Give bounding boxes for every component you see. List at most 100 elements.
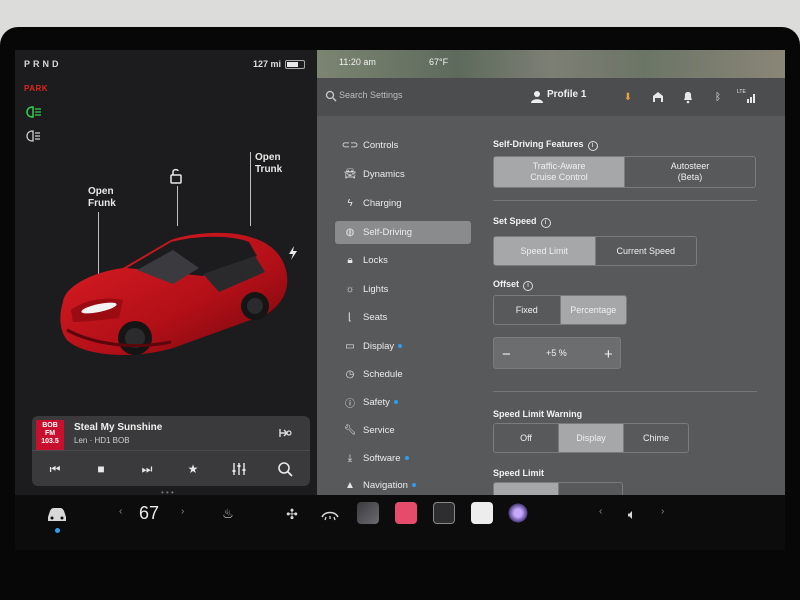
source-icon[interactable] — [278, 426, 292, 440]
divider — [493, 391, 757, 392]
warning-chime-option[interactable]: Chime — [624, 424, 688, 452]
notification-dot — [398, 344, 403, 349]
safety-icon: ⓘ — [345, 399, 355, 410]
park-indicator: PARK — [24, 84, 49, 93]
song-title: Steal My Sunshine — [74, 422, 163, 433]
clock-icon: ◷ — [345, 369, 355, 380]
volume-icon[interactable]: 🔈︎ — [621, 503, 643, 525]
wrench-icon: 🔧︎ — [343, 425, 357, 436]
sun-icon: ☼ — [345, 284, 355, 295]
temp-down-button[interactable]: ‹ — [119, 506, 122, 517]
menu-schedule[interactable]: ◷ Schedule — [335, 363, 471, 386]
unlock-icon[interactable] — [169, 168, 183, 184]
plus-button[interactable]: + — [604, 346, 613, 363]
fog-light-icon — [26, 130, 40, 142]
menu-service[interactable]: 🔧︎ Service — [335, 419, 471, 442]
volume-up-button[interactable]: › — [661, 506, 664, 517]
menu-display[interactable]: ▭ Display — [335, 335, 471, 358]
defrost-icon[interactable] — [319, 503, 341, 525]
open-frunk-button[interactable]: Open Frunk — [88, 186, 116, 210]
toggle-icon: ⊂⊃ — [341, 140, 359, 151]
range-readout: 127 mi — [253, 59, 282, 69]
speed-limit-option[interactable]: Speed Limit — [494, 237, 596, 265]
set-speed-title: Set Speed i — [493, 216, 551, 228]
previous-track-button[interactable]: ⏮ — [46, 460, 64, 478]
warning-display-option[interactable]: Display — [559, 424, 624, 452]
media-divider — [32, 450, 310, 451]
minus-button[interactable]: − — [502, 346, 511, 363]
search-icon[interactable] — [325, 90, 337, 102]
percentage-option[interactable]: Percentage — [560, 296, 626, 324]
bell-icon[interactable] — [681, 90, 695, 104]
stop-button[interactable]: ■ — [92, 460, 110, 478]
music-app-icon[interactable] — [395, 502, 417, 524]
menu-locks[interactable]: 🔒︎ Locks — [335, 249, 471, 272]
open-trunk-button[interactable]: Open Trunk — [255, 152, 282, 176]
menu-software[interactable]: ⤓ Software — [335, 447, 471, 470]
garage-icon[interactable] — [651, 90, 665, 104]
app-launcher-icon[interactable] — [433, 502, 455, 524]
lte-label: LTE — [737, 89, 746, 95]
menu-self-driving[interactable]: ◍ Self-Driving — [335, 221, 471, 244]
equalizer-icon[interactable] — [230, 460, 248, 478]
active-indicator — [55, 528, 60, 533]
current-speed-option[interactable]: Current Speed — [596, 237, 697, 265]
speed-limit-warning-selector: Off Display Chime — [493, 423, 689, 453]
headlight-on-icon — [26, 106, 41, 118]
offset-stepper: − +5 % + — [493, 337, 621, 369]
search-icon[interactable] — [276, 460, 294, 478]
traffic-aware-cruise-control-option[interactable]: Traffic-Aware Cruise Control — [494, 157, 625, 187]
profile-selector[interactable]: Profile 1 — [547, 89, 586, 100]
clock: 11:20 am — [339, 57, 376, 67]
vehicle-panel: PRND PARK 127 mi Open Frunk Open Trunk B… — [15, 50, 317, 497]
settings-panel: 11:20 am 67°F Search Settings Profile 1 … — [317, 50, 785, 502]
speed-limit-warning-title: Speed Limit Warning — [493, 409, 583, 419]
next-track-button[interactable]: ⏭ — [138, 460, 156, 478]
calendar-app-icon[interactable] — [471, 502, 493, 524]
battery-icon — [285, 60, 305, 69]
map-preview[interactable]: 11:20 am 67°F — [317, 50, 785, 78]
cabin-temperature[interactable]: 67 — [139, 503, 159, 524]
settings-topbar: Search Settings Profile 1 ⬇ ᛒ LTE — [317, 78, 785, 116]
menu-navigation[interactable]: ▲ Navigation — [335, 474, 471, 497]
car-icon[interactable] — [45, 503, 69, 525]
set-speed-selector: Speed Limit Current Speed — [493, 236, 697, 266]
media-player: BOB FM 103.5 Steal My Sunshine Len · HD1… — [32, 416, 310, 486]
menu-seats[interactable]: ⌊ Seats — [335, 306, 471, 329]
info-icon[interactable]: i — [540, 218, 551, 228]
steering-wheel-icon: ◍ — [345, 227, 355, 238]
menu-safety[interactable]: ⓘ Safety — [335, 391, 471, 414]
info-icon[interactable]: i — [523, 281, 534, 291]
info-icon[interactable]: i — [587, 141, 598, 151]
offset-title: Offset i — [493, 279, 534, 291]
autosteer-option[interactable]: Autosteer (Beta) — [625, 157, 755, 187]
fan-icon[interactable]: ✣ — [281, 503, 303, 525]
lock-icon: 🔒︎ — [347, 255, 353, 266]
divider — [493, 200, 757, 201]
camera-app-icon[interactable] — [507, 502, 529, 524]
seat-heater-icon[interactable]: ♨ — [217, 503, 239, 525]
menu-dynamics[interactable]: 🚘︎ Dynamics — [335, 163, 471, 186]
speed-limit-title: Speed Limit — [493, 468, 545, 478]
outside-temperature: 67°F — [429, 57, 449, 67]
touchscreen: PRND PARK 127 mi Open Frunk Open Trunk B… — [15, 50, 785, 550]
bottom-dock: ‹ 67 › ♨ ✣ ‹ 🔈︎ › — [15, 495, 785, 550]
menu-lights[interactable]: ☼ Lights — [335, 278, 471, 301]
search-settings-input[interactable]: Search Settings — [339, 90, 403, 100]
bluetooth-icon[interactable]: ᛒ — [711, 90, 725, 104]
navigation-app-icon[interactable] — [357, 502, 379, 524]
notification-dot — [393, 400, 398, 405]
download-icon: ⤓ — [347, 453, 353, 464]
favorite-star-icon[interactable]: ★ — [184, 460, 202, 478]
station-logo: BOB FM 103.5 — [36, 420, 64, 450]
temp-up-button[interactable]: › — [181, 506, 184, 517]
download-icon[interactable]: ⬇ — [621, 90, 635, 104]
fixed-option[interactable]: Fixed — [494, 296, 561, 324]
menu-controls[interactable]: ⊂⊃ Controls — [335, 134, 471, 157]
profile-icon[interactable] — [531, 90, 543, 103]
notification-dot — [404, 456, 409, 461]
display-icon: ▭ — [345, 341, 355, 352]
volume-down-button[interactable]: ‹ — [599, 506, 602, 517]
menu-charging[interactable]: ϟ Charging — [335, 192, 471, 215]
warning-off-option[interactable]: Off — [494, 424, 559, 452]
